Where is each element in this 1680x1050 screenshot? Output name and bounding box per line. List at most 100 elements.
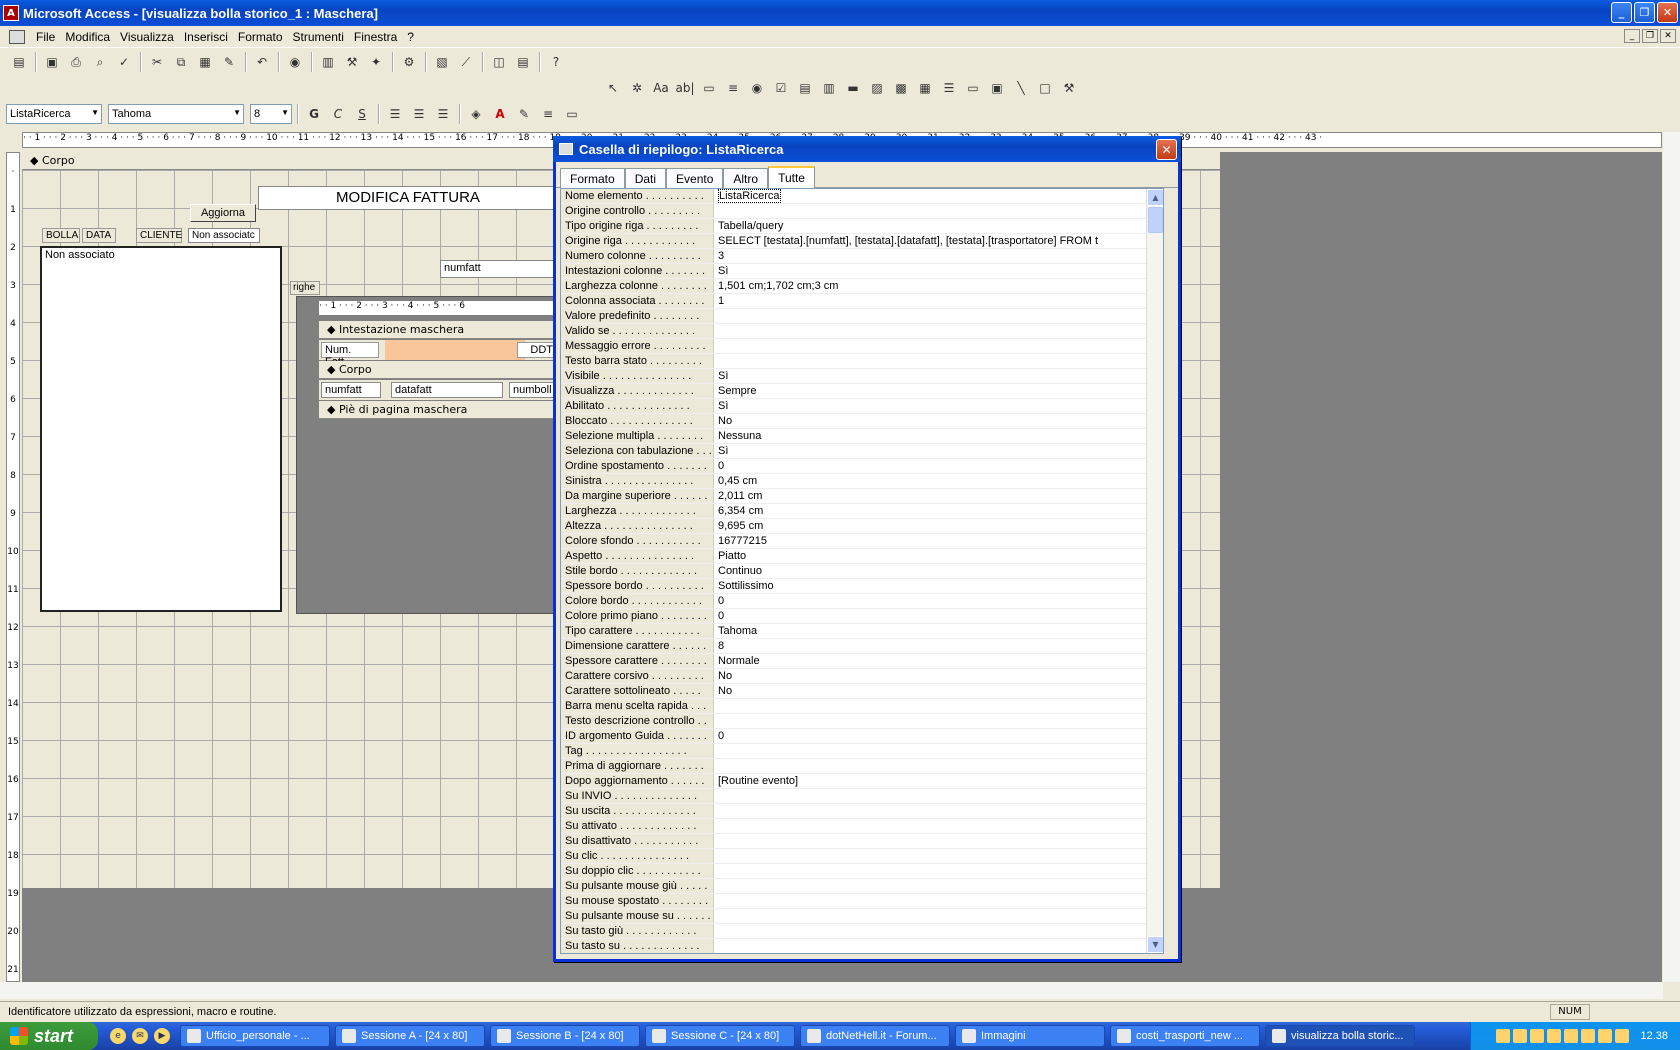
line-icon[interactable]: ╲ <box>1010 77 1032 99</box>
property-value[interactable] <box>714 339 1145 353</box>
tray-icon[interactable] <box>1581 1029 1596 1043</box>
property-value[interactable] <box>714 309 1145 323</box>
property-row[interactable]: Barra menu scelta rapida . . . <box>561 699 1163 714</box>
property-value[interactable]: Piatto <box>714 549 1145 563</box>
paste-icon[interactable]: ▦ <box>194 51 216 73</box>
property-value[interactable]: No <box>714 669 1145 683</box>
scroll-up-icon[interactable]: ▲ <box>1147 189 1163 206</box>
property-value[interactable]: Normale <box>714 654 1145 668</box>
task-immagini[interactable]: Immagini <box>955 1025 1105 1047</box>
property-value[interactable] <box>714 879 1145 893</box>
save-icon[interactable]: ▣ <box>41 51 63 73</box>
property-row[interactable]: Valore predefinito . . . . . . . . <box>561 309 1163 324</box>
task-sessione-a[interactable]: Sessione A - [24 x 80] <box>335 1025 485 1047</box>
property-row[interactable]: Colore primo piano . . . . . . . .0 <box>561 609 1163 624</box>
tab-control-icon[interactable]: ▭ <box>962 77 984 99</box>
line-color-icon[interactable]: ✎ <box>513 103 535 125</box>
cut-icon[interactable]: ✂ <box>146 51 168 73</box>
label-data[interactable]: DATA <box>82 228 116 243</box>
property-value[interactable]: Sì <box>714 444 1145 458</box>
task-sessione-c[interactable]: Sessione C - [24 x 80] <box>645 1025 795 1047</box>
line-width-icon[interactable]: ≡ <box>537 103 559 125</box>
property-row[interactable]: Larghezza colonne . . . . . . . . 1,501 c… <box>561 279 1163 294</box>
copy-icon[interactable]: ⧉ <box>170 51 192 73</box>
form-title-label[interactable]: MODIFICA FATTURA <box>258 186 558 210</box>
property-row[interactable]: Spessore bordo . . . . . . . . . . Sottil… <box>561 579 1163 594</box>
property-value[interactable]: 0 <box>714 609 1145 623</box>
menu-modifica[interactable]: Modifica <box>60 30 115 44</box>
task-ufficio-personale[interactable]: Ufficio_personale - ... <box>180 1025 330 1047</box>
property-row[interactable]: Su tasto su . . . . . . . . . . . . . <box>561 939 1163 953</box>
property-row[interactable]: Messaggio errore . . . . . . . . . <box>561 339 1163 354</box>
numfatt-textbox[interactable]: numfatt <box>440 260 556 278</box>
property-value[interactable]: Sì <box>714 399 1145 413</box>
property-value[interactable] <box>714 834 1145 848</box>
menu-help[interactable]: ? <box>402 30 419 44</box>
property-row[interactable]: Su pulsante mouse giù . . . . . <box>561 879 1163 894</box>
internet-explorer-icon[interactable]: e <box>110 1028 126 1044</box>
property-row[interactable]: Larghezza . . . . . . . . . . . . . 6,354… <box>561 504 1163 519</box>
unbound-object-icon[interactable]: ▩ <box>890 77 912 99</box>
tray-icon[interactable] <box>1564 1029 1579 1043</box>
property-value[interactable]: No <box>714 414 1145 428</box>
new-object-icon[interactable]: ▤ <box>512 51 534 73</box>
property-value[interactable]: 0,45 cm <box>714 474 1145 488</box>
property-row[interactable]: Sinistra . . . . . . . . . . . . . . . 0,… <box>561 474 1163 489</box>
property-value[interactable] <box>714 354 1145 368</box>
tab-dati[interactable]: Dati <box>624 168 667 188</box>
property-value[interactable] <box>714 714 1145 728</box>
mdi-minimize-button[interactable]: _ <box>1624 29 1640 43</box>
subform-footer-bar[interactable]: ◆ Piè di pagina maschera <box>319 401 557 419</box>
label-icon[interactable]: Aa <box>650 77 672 99</box>
lista-ricerca-listbox[interactable]: Non associato <box>40 246 282 612</box>
tab-evento[interactable]: Evento <box>666 168 724 188</box>
combobox-icon[interactable]: ▤ <box>794 77 816 99</box>
property-row[interactable]: Tipo origine riga . . . . . . . . . Tabel… <box>561 219 1163 234</box>
property-value[interactable]: Sì <box>714 264 1145 278</box>
format-painter-icon[interactable]: ✎ <box>218 51 240 73</box>
property-row[interactable]: Carattere sottolineato . . . . . No <box>561 684 1163 699</box>
property-value[interactable] <box>714 894 1145 908</box>
property-value[interactable]: 0 <box>714 594 1145 608</box>
property-row[interactable]: Ordine spostamento . . . . . . .0 <box>561 459 1163 474</box>
property-row[interactable]: Colonna associata . . . . . . . .1 <box>561 294 1163 309</box>
fill-color-icon[interactable]: ◈ <box>465 103 487 125</box>
property-row[interactable]: Dimensione carattere . . . . . .8 <box>561 639 1163 654</box>
task-sessione-b[interactable]: Sessione B - [24 x 80] <box>490 1025 640 1047</box>
help-icon[interactable]: ? <box>545 51 567 73</box>
network-icon[interactable] <box>1598 1029 1613 1043</box>
subform-header-bar[interactable]: ◆ Intestazione maschera <box>319 321 557 339</box>
property-row[interactable]: Dopo aggiornamento . . . . . . [Routine e… <box>561 774 1163 789</box>
property-row[interactable]: Su doppio clic . . . . . . . . . . . <box>561 864 1163 879</box>
font-combo[interactable]: Tahoma ▼ <box>108 104 244 124</box>
dialog-close-button[interactable]: ✕ <box>1156 139 1177 160</box>
volume-icon[interactable] <box>1615 1029 1630 1043</box>
property-row[interactable]: Numero colonne . . . . . . . . .3 <box>561 249 1163 264</box>
property-value[interactable]: SELECT [testata].[numfatt], [testata].[d… <box>714 234 1145 248</box>
undo-icon[interactable]: ↶ <box>251 51 273 73</box>
property-value[interactable]: 9,695 cm <box>714 519 1145 533</box>
special-effect-icon[interactable]: ▭ <box>561 103 583 125</box>
property-value[interactable]: 0 <box>714 729 1145 743</box>
font-color-icon[interactable]: A <box>489 103 511 125</box>
aggiorna-button[interactable]: Aggiorna <box>190 204 256 222</box>
unbound-textbox[interactable]: Non associatc <box>188 228 260 243</box>
form-window-icon[interactable] <box>9 29 25 44</box>
task-visualizza-bolla[interactable]: visualizza bolla storic... <box>1265 1025 1415 1047</box>
property-value[interactable]: ListaRicerca <box>714 189 1145 203</box>
property-row[interactable]: Valido se . . . . . . . . . . . . . . <box>561 324 1163 339</box>
textbox-icon[interactable]: ab| <box>674 77 696 99</box>
property-row[interactable]: Origine controllo . . . . . . . . . <box>561 204 1163 219</box>
righe-label[interactable]: righe <box>290 281 320 295</box>
property-row[interactable]: Da margine superiore . . . . . . 2,011 cm <box>561 489 1163 504</box>
tab-altro[interactable]: Altro <box>723 168 769 188</box>
task-firefox[interactable]: dotNetHell.it - Forum... <box>800 1025 950 1047</box>
hyperlink-icon[interactable]: ◉ <box>284 51 306 73</box>
property-value[interactable] <box>714 819 1145 833</box>
label-num-fatt[interactable]: Num. Fatt. <box>321 342 379 368</box>
build-icon[interactable]: ⟋ <box>455 51 477 73</box>
label-ddt[interactable]: DDT <box>517 342 557 358</box>
property-value[interactable] <box>714 204 1145 218</box>
close-button[interactable]: ✕ <box>1657 2 1678 23</box>
property-value[interactable] <box>714 939 1145 953</box>
